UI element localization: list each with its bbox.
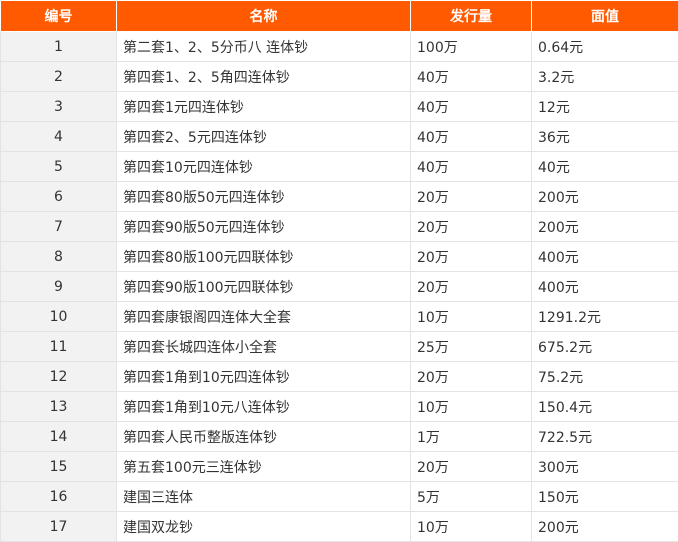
header-face-value: 面值	[532, 1, 678, 32]
cell-circulation: 40万	[411, 122, 532, 152]
cell-face-value: 200元	[532, 212, 678, 242]
table-row: 7第四套90版50元四连体钞20万200元	[1, 212, 678, 242]
cell-face-value: 150元	[532, 482, 678, 512]
cell-circulation: 20万	[411, 242, 532, 272]
cell-number: 12	[1, 362, 117, 392]
cell-face-value: 150.4元	[532, 392, 678, 422]
table-row: 3第四套1元四连体钞40万12元	[1, 92, 678, 122]
cell-name: 第四套80版100元四联体钞	[117, 242, 411, 272]
cell-number: 6	[1, 182, 117, 212]
table-row: 5第四套10元四连体钞40万40元	[1, 152, 678, 182]
cell-face-value: 12元	[532, 92, 678, 122]
cell-face-value: 0.64元	[532, 32, 678, 62]
cell-circulation: 10万	[411, 512, 532, 542]
cell-face-value: 400元	[532, 242, 678, 272]
cell-name: 第四套长城四连体小全套	[117, 332, 411, 362]
table-row: 9第四套90版100元四联体钞20万400元	[1, 272, 678, 302]
cell-number: 7	[1, 212, 117, 242]
header-circulation: 发行量	[411, 1, 532, 32]
table-row: 13第四套1角到10元八连体钞10万150.4元	[1, 392, 678, 422]
cell-name: 第四套人民币整版连体钞	[117, 422, 411, 452]
cell-face-value: 300元	[532, 452, 678, 482]
table-row: 11第四套长城四连体小全套25万675.2元	[1, 332, 678, 362]
cell-name: 第四套1角到10元八连体钞	[117, 392, 411, 422]
cell-face-value: 40元	[532, 152, 678, 182]
cell-number: 10	[1, 302, 117, 332]
table-row: 4第四套2、5元四连体钞40万36元	[1, 122, 678, 152]
cell-circulation: 40万	[411, 152, 532, 182]
cell-number: 5	[1, 152, 117, 182]
cell-circulation: 20万	[411, 182, 532, 212]
cell-name: 第四套10元四连体钞	[117, 152, 411, 182]
cell-circulation: 25万	[411, 332, 532, 362]
cell-name: 建国三连体	[117, 482, 411, 512]
cell-number: 9	[1, 272, 117, 302]
table-row: 10第四套康银阁四连体大全套10万1291.2元	[1, 302, 678, 332]
cell-circulation: 20万	[411, 362, 532, 392]
cell-face-value: 3.2元	[532, 62, 678, 92]
table-body: 1第二套1、2、5分币八 连体钞100万0.64元2第四套1、2、5角四连体钞4…	[1, 32, 678, 542]
table-row: 8第四套80版100元四联体钞20万400元	[1, 242, 678, 272]
table-row: 17建国双龙钞10万200元	[1, 512, 678, 542]
cell-circulation: 20万	[411, 452, 532, 482]
header-name: 名称	[117, 1, 411, 32]
table-row: 15第五套100元三连体钞20万300元	[1, 452, 678, 482]
cell-face-value: 200元	[532, 182, 678, 212]
cell-number: 8	[1, 242, 117, 272]
cell-circulation: 10万	[411, 392, 532, 422]
cell-name: 第四套1元四连体钞	[117, 92, 411, 122]
cell-number: 15	[1, 452, 117, 482]
cell-number: 14	[1, 422, 117, 452]
cell-circulation: 40万	[411, 62, 532, 92]
cell-name: 第四套90版50元四连体钞	[117, 212, 411, 242]
cell-circulation: 5万	[411, 482, 532, 512]
cell-name: 第四套2、5元四连体钞	[117, 122, 411, 152]
cell-circulation: 1万	[411, 422, 532, 452]
table-row: 6第四套80版50元四连体钞20万200元	[1, 182, 678, 212]
cell-circulation: 20万	[411, 272, 532, 302]
cell-face-value: 675.2元	[532, 332, 678, 362]
cell-face-value: 75.2元	[532, 362, 678, 392]
cell-face-value: 722.5元	[532, 422, 678, 452]
table-row: 12第四套1角到10元四连体钞20万75.2元	[1, 362, 678, 392]
cell-name: 第四套康银阁四连体大全套	[117, 302, 411, 332]
table-row: 16建国三连体5万150元	[1, 482, 678, 512]
cell-face-value: 36元	[532, 122, 678, 152]
cell-face-value: 200元	[532, 512, 678, 542]
cell-name: 第四套80版50元四连体钞	[117, 182, 411, 212]
cell-name: 第四套1、2、5角四连体钞	[117, 62, 411, 92]
cell-name: 建国双龙钞	[117, 512, 411, 542]
banknote-table: 编号 名称 发行量 面值 1第二套1、2、5分币八 连体钞100万0.64元2第…	[0, 0, 678, 542]
cell-name: 第二套1、2、5分币八 连体钞	[117, 32, 411, 62]
cell-circulation: 20万	[411, 212, 532, 242]
table-row: 2第四套1、2、5角四连体钞40万3.2元	[1, 62, 678, 92]
cell-number: 11	[1, 332, 117, 362]
cell-number: 1	[1, 32, 117, 62]
header-row: 编号 名称 发行量 面值	[1, 1, 678, 32]
cell-circulation: 100万	[411, 32, 532, 62]
cell-number: 13	[1, 392, 117, 422]
cell-number: 3	[1, 92, 117, 122]
header-number: 编号	[1, 1, 117, 32]
cell-number: 2	[1, 62, 117, 92]
cell-circulation: 40万	[411, 92, 532, 122]
cell-number: 4	[1, 122, 117, 152]
table-row: 1第二套1、2、5分币八 连体钞100万0.64元	[1, 32, 678, 62]
cell-name: 第四套1角到10元四连体钞	[117, 362, 411, 392]
cell-number: 16	[1, 482, 117, 512]
cell-number: 17	[1, 512, 117, 542]
table-row: 14第四套人民币整版连体钞1万722.5元	[1, 422, 678, 452]
cell-name: 第四套90版100元四联体钞	[117, 272, 411, 302]
cell-face-value: 1291.2元	[532, 302, 678, 332]
cell-face-value: 400元	[532, 272, 678, 302]
cell-circulation: 10万	[411, 302, 532, 332]
cell-name: 第五套100元三连体钞	[117, 452, 411, 482]
